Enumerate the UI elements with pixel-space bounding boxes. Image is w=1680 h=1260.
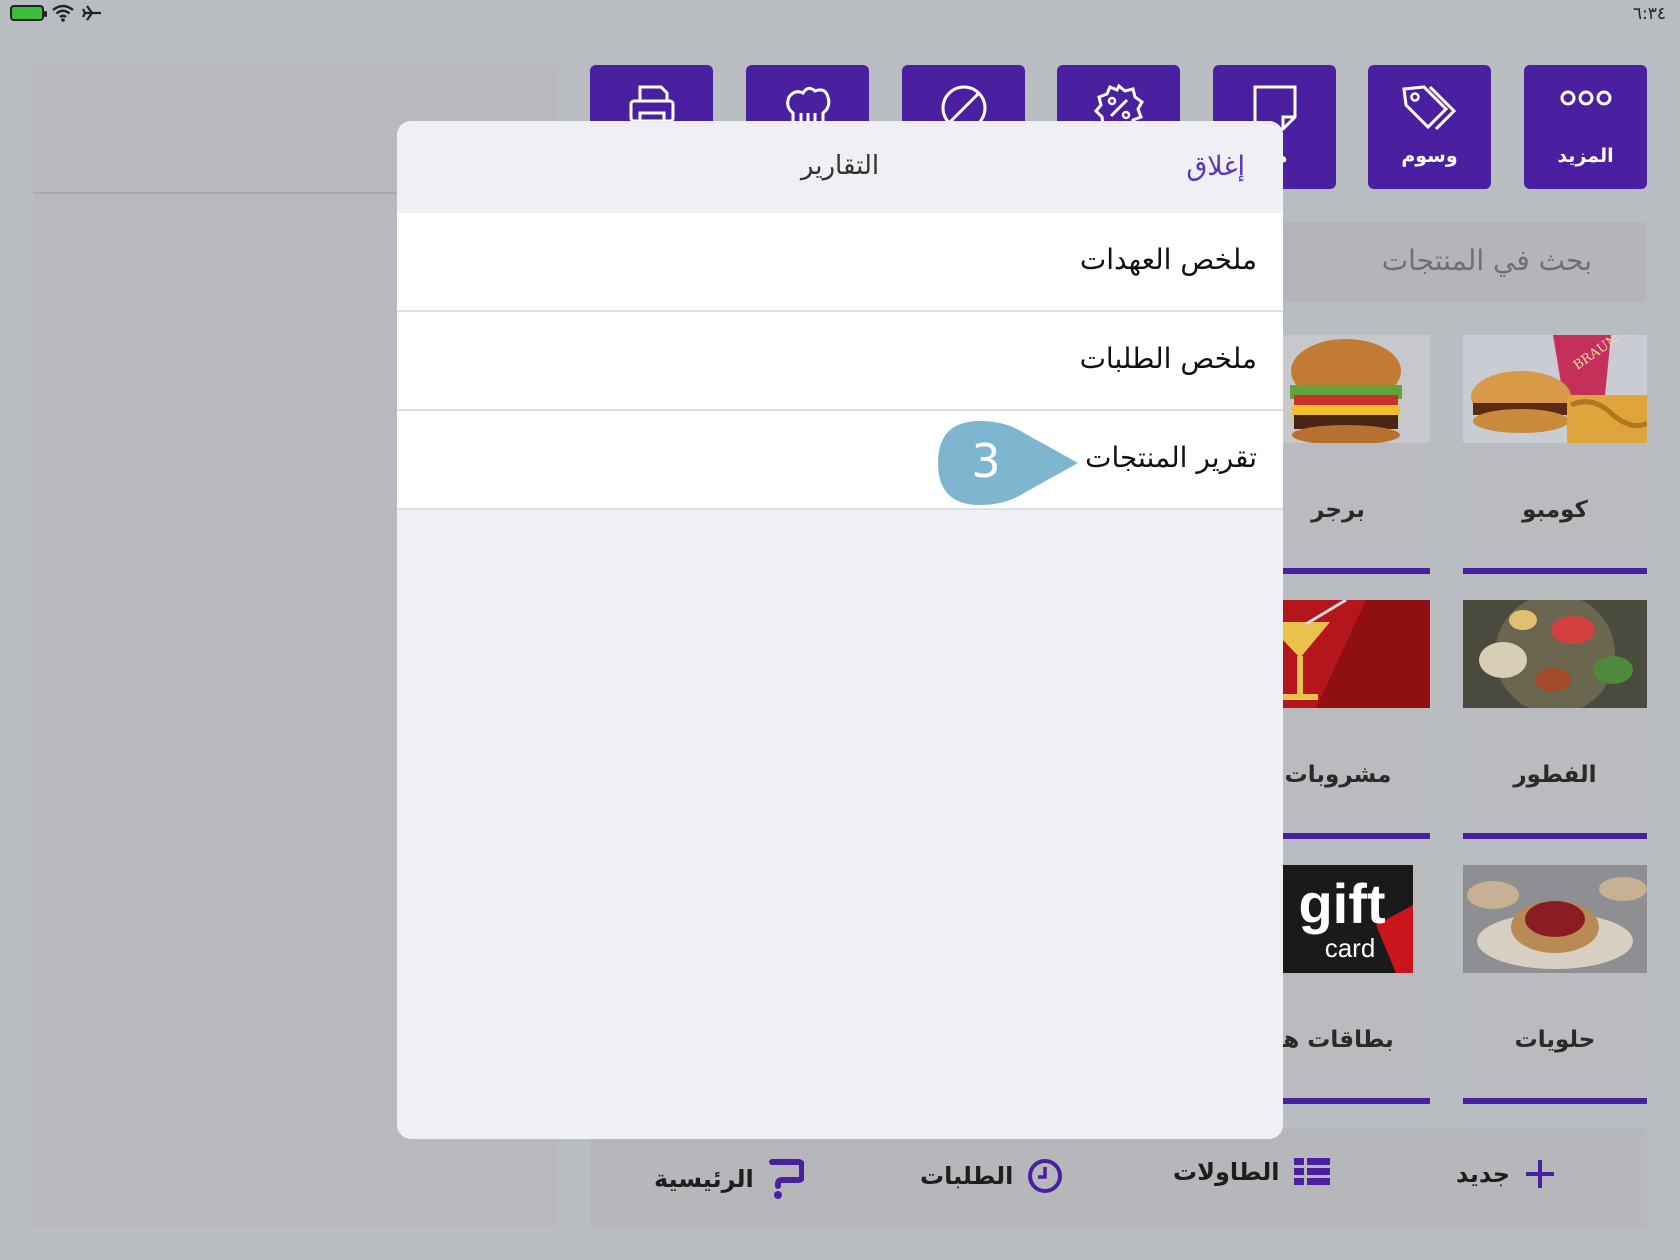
callout-number: 3 (971, 434, 1001, 488)
report-row-products-report[interactable]: تقرير المنتجات (397, 411, 1283, 510)
report-row-orders-summary[interactable]: ملخص الطلبات (397, 312, 1283, 411)
tags-button-label: وسوم (1401, 145, 1458, 167)
step-callout: 3 (936, 419, 1086, 507)
airplane-icon (82, 5, 101, 21)
bottom-nav: جديد الطاولات الطلبات الرئيسية (590, 1128, 1647, 1228)
more-button[interactable]: المزيد (1524, 65, 1647, 189)
nav-tables-label: الطاولات (1173, 1158, 1280, 1186)
nav-home-label: الرئيسية (654, 1165, 754, 1193)
category-card-combo[interactable]: BRAUM'S كومبو (1463, 324, 1649, 574)
report-row-custody-summary[interactable]: ملخص العهدات (397, 213, 1283, 312)
report-row-label: ملخص العهدات (1079, 243, 1257, 276)
more-icon (1560, 90, 1611, 106)
breakfast-image (1463, 594, 1647, 714)
nav-orders[interactable]: الطلبات (920, 1158, 1063, 1194)
more-button-label: المزيد (1557, 145, 1614, 167)
clock-icon (1028, 1159, 1063, 1193)
search-placeholder: بحث في المنتجات (1381, 244, 1592, 277)
status-bar: ٦:٣٤ (0, 0, 1680, 30)
category-card-desserts[interactable]: حلويات (1463, 865, 1647, 1104)
nav-new[interactable]: جديد (1456, 1158, 1556, 1190)
gift-card-line1: gift (1298, 872, 1385, 935)
category-label: كومبو (1522, 497, 1588, 523)
report-row-label: ملخص الطلبات (1079, 342, 1257, 375)
nav-new-label: جديد (1456, 1160, 1511, 1188)
gift-card-line2: card (1325, 933, 1376, 963)
wifi-icon (52, 4, 74, 22)
tables-icon (1293, 1158, 1330, 1185)
nav-orders-label: الطلبات (920, 1162, 1014, 1190)
report-row-label: تقرير المنتجات (1085, 441, 1257, 474)
category-label: الفطور (1513, 762, 1597, 788)
close-button[interactable]: إغلاق (1186, 151, 1245, 182)
nav-tables[interactable]: الطاولات (1173, 1158, 1330, 1186)
combo-image: BRAUM'S (1463, 324, 1649, 443)
category-card-breakfast[interactable]: الفطور (1463, 594, 1647, 839)
battery-charging-icon (10, 5, 47, 21)
category-label: حلويات (1514, 1027, 1596, 1053)
desserts-image (1463, 865, 1647, 973)
reports-modal: التقارير إغلاق ملخص العهدات ملخص الطلبات… (397, 121, 1283, 1139)
plus-icon (1526, 1160, 1555, 1188)
tag-icon (1401, 85, 1456, 131)
nav-home[interactable]: الرئيسية (654, 1158, 804, 1200)
modal-header: التقارير إغلاق (397, 121, 1283, 214)
product-search-input[interactable]: بحث في المنتجات (1250, 222, 1647, 302)
tags-button[interactable]: وسوم (1368, 65, 1491, 189)
home-logo-icon (768, 1159, 804, 1199)
modal-title: التقارير (800, 151, 880, 181)
status-icons (10, 4, 102, 22)
status-clock: ٦:٣٤ (1632, 4, 1666, 24)
